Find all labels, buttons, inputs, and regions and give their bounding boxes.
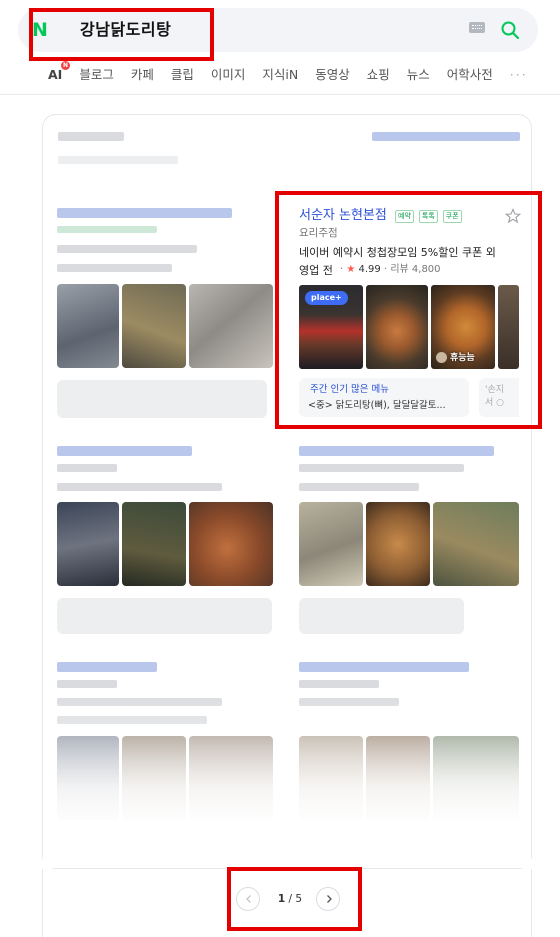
blurred-result-title <box>299 446 494 456</box>
new-badge: N <box>61 61 70 70</box>
search-icon[interactable] <box>500 20 520 40</box>
tab-clip[interactable]: 클립 <box>171 64 194 86</box>
photo-owner-name: 휴능늠 <box>450 353 475 363</box>
keyboard-icon[interactable] <box>469 22 485 33</box>
pager-total: 5 <box>295 893 303 905</box>
featured-photo-more[interactable] <box>498 285 519 369</box>
blurred-card-header-link <box>372 132 520 141</box>
search-query-text[interactable]: 강남닭도리탕 <box>80 19 171 41</box>
featured-rating: · ★ 4.99 · 리뷰 4,800 <box>340 264 441 275</box>
chevron-left-icon <box>246 895 251 903</box>
place-plus-badge: place+ <box>305 291 348 305</box>
pager-indicator: 1 / 5 <box>270 892 310 906</box>
more-tabs-icon[interactable]: ··· <box>510 64 528 86</box>
tab-kin[interactable]: 지식iN <box>262 64 298 86</box>
blurred-result-text <box>57 464 117 472</box>
next-info-peek: '손지 서 ○ <box>485 384 515 410</box>
blurred-result-text <box>57 680 117 688</box>
pager-next-button[interactable] <box>316 887 340 911</box>
pager-separator: / <box>288 893 293 905</box>
featured-place-name[interactable]: 서순자 논현본점 <box>299 207 387 225</box>
blurred-result-text <box>299 483 419 491</box>
tab-blog[interactable]: 블로그 <box>79 64 114 86</box>
tab-ai[interactable]: AI N <box>48 61 70 86</box>
talktalk-badge: 톡톡 <box>418 210 438 223</box>
blurred-result-text <box>57 483 222 491</box>
next-info-peek-line: '손지 <box>485 385 505 395</box>
tab-video[interactable]: 동영상 <box>315 64 350 86</box>
blurred-result-text <box>57 245 197 253</box>
coupon-badge: 쿠폰 <box>442 210 462 223</box>
popular-menu-item: <중> 닭도리탕(뼈), 달달달갈토... <box>308 400 446 411</box>
blurred-result-review <box>57 380 267 418</box>
tab-shopping[interactable]: 쇼핑 <box>367 64 390 86</box>
tab-news[interactable]: 뉴스 <box>407 64 430 86</box>
pager-current: 1 <box>277 893 286 905</box>
chevron-right-icon <box>327 895 332 903</box>
results-fade-overlay <box>43 690 531 868</box>
naver-logo[interactable]: N <box>32 20 52 40</box>
blurred-result-title <box>299 662 469 672</box>
tab-ai-label: AI <box>48 67 63 82</box>
owner-avatar <box>436 352 447 363</box>
blurred-result-photo <box>366 502 430 586</box>
blurred-card-subheader <box>58 156 178 164</box>
blurred-result-title <box>57 662 157 672</box>
rating-value: 4.99 <box>358 264 381 275</box>
featured-photo-dish[interactable] <box>366 285 428 369</box>
popular-menu-title: 주간 인기 많은 메뉴 <box>310 384 389 395</box>
featured-photo-storefront[interactable]: place+ <box>299 285 363 369</box>
blurred-card-header <box>58 132 124 141</box>
next-info-peek-line: 서 ○ <box>485 398 504 408</box>
review-count: 리뷰 4,800 <box>390 264 441 275</box>
tab-cafe[interactable]: 카페 <box>131 64 154 86</box>
blurred-result-photo <box>189 284 273 368</box>
blurred-result-text <box>299 464 464 472</box>
blurred-result-review <box>57 598 272 634</box>
blurred-result-text <box>57 264 172 272</box>
blurred-result-photo <box>57 284 119 368</box>
tab-image[interactable]: 이미지 <box>211 64 246 86</box>
blurred-result-text <box>299 680 379 688</box>
featured-category: 요리주점 <box>299 227 338 239</box>
featured-badges: 예약 톡톡 쿠폰 <box>395 210 462 223</box>
tab-dictionary[interactable]: 어학사전 <box>447 64 493 86</box>
blurred-result-badge <box>57 226 157 233</box>
reservation-badge: 예약 <box>395 210 414 223</box>
save-star-icon[interactable] <box>505 208 521 224</box>
blurred-result-photo <box>57 502 119 586</box>
blurred-result-photo <box>122 502 186 586</box>
tabs-divider <box>0 94 560 95</box>
featured-promo: 네이버 예약시 청첩장모임 5%할인 쿠폰 외 <box>299 246 496 259</box>
blurred-result-photo <box>189 502 273 586</box>
blurred-result-title <box>57 208 232 218</box>
pager-prev-button[interactable] <box>236 887 260 911</box>
blurred-result-photo <box>122 284 186 368</box>
blurred-result-title <box>57 446 192 456</box>
blurred-result-review <box>299 598 464 634</box>
blurred-result-photo <box>299 502 363 586</box>
search-tabs: AI N 블로그 카페 클립 이미지 지식iN 동영상 쇼핑 뉴스 어학사전 ·… <box>48 61 545 86</box>
rating-star-icon: ★ <box>346 264 356 275</box>
blurred-result-photo <box>433 502 519 586</box>
